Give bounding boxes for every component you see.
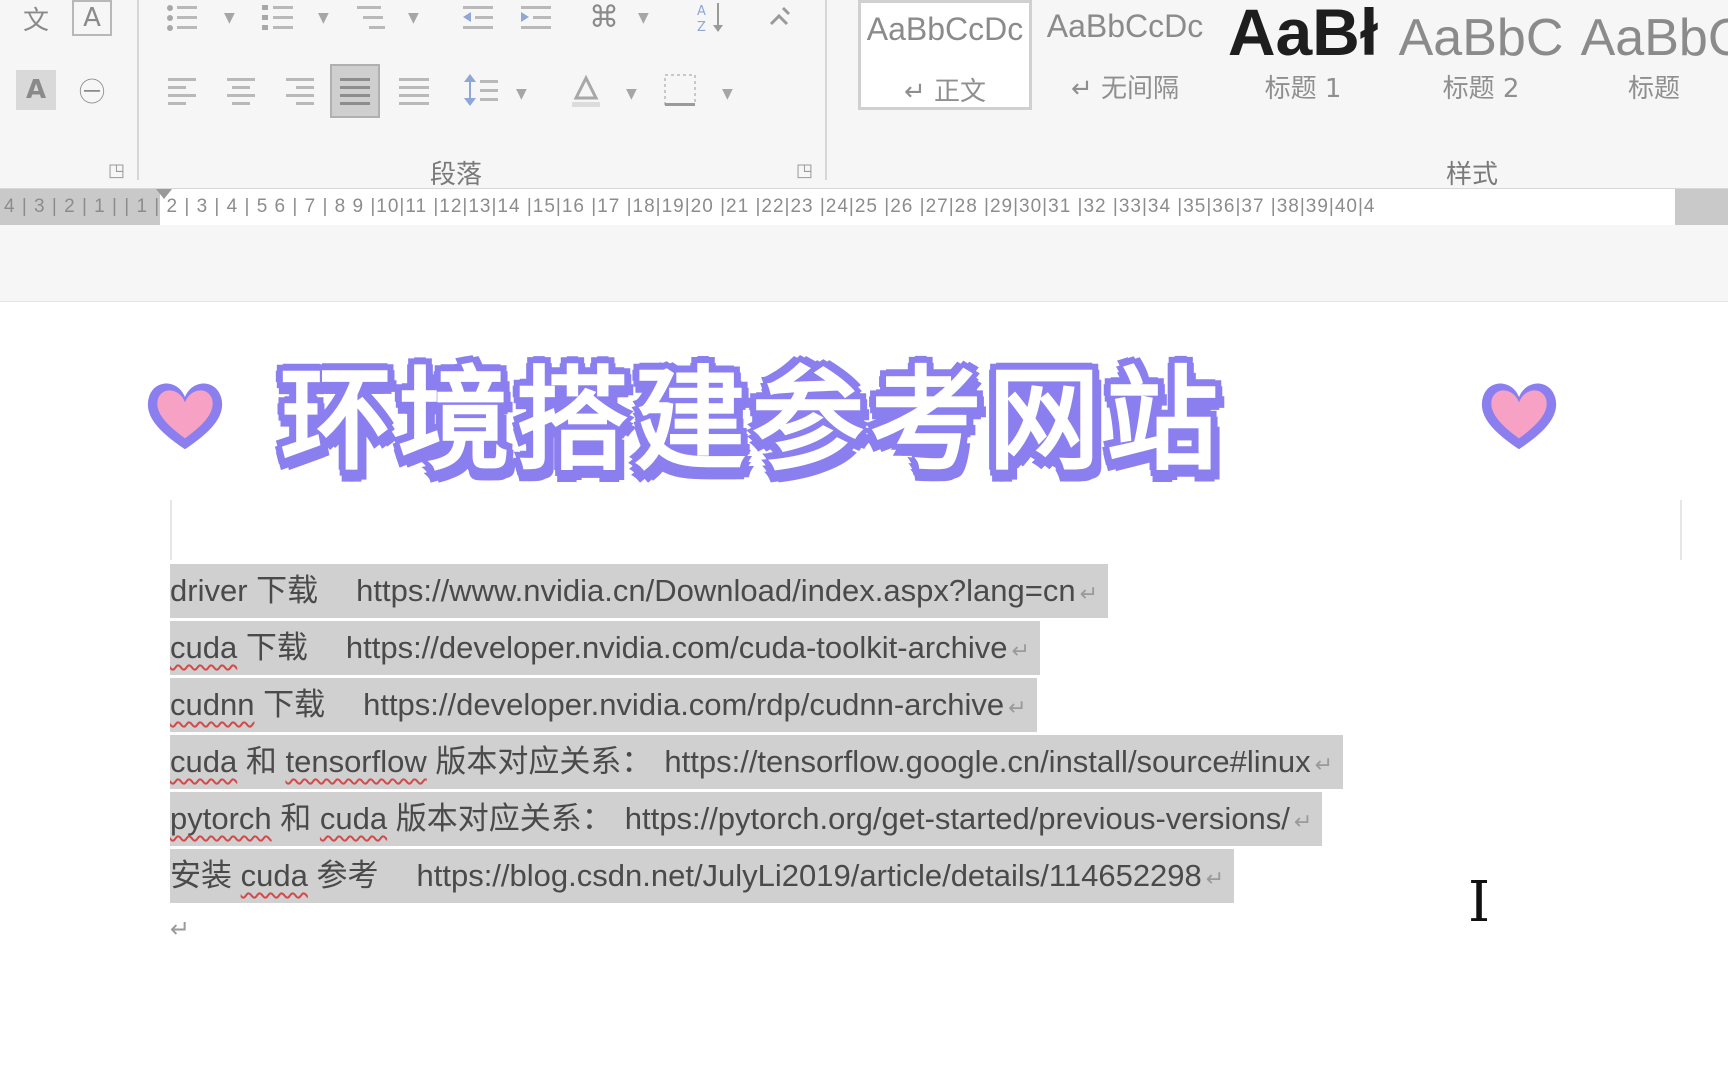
style-name: 标题 2 xyxy=(1442,74,1520,104)
align-center-button[interactable] xyxy=(222,74,260,108)
line-url[interactable]: https://www.nvidia.cn/Download/index.asp… xyxy=(356,573,1075,608)
document-line[interactable]: cudnn 下载 https://developer.nvidia.com/rdp… xyxy=(170,678,1037,732)
heart-icon xyxy=(1481,383,1557,450)
paragraph-mark: ↵ xyxy=(1011,638,1030,663)
align-left-button[interactable] xyxy=(164,74,202,108)
group-divider xyxy=(137,0,139,180)
increase-indent-icon[interactable] xyxy=(516,0,556,34)
banner-title: 环境搭建参考网站 xyxy=(280,356,1224,486)
style-heading-2[interactable]: AaBbC 标题 2 xyxy=(1396,0,1566,110)
svg-text:Z: Z xyxy=(697,20,706,33)
shading-icon[interactable] xyxy=(566,70,606,110)
line-url[interactable]: https://developer.nvidia.com/rdp/cudnn-a… xyxy=(363,687,1004,722)
margin-corner-mark xyxy=(170,500,173,560)
style-name: ↵ 正文 xyxy=(903,77,987,107)
style-sample: AaBbC xyxy=(1580,9,1728,67)
line-label: 下载 xyxy=(237,630,308,665)
document-line[interactable]: cuda 下载 https://developer.nvidia.com/cuda… xyxy=(170,621,1040,675)
line-label: 和 xyxy=(237,744,286,779)
decrease-indent-icon[interactable] xyxy=(458,0,498,34)
indent-marker[interactable] xyxy=(156,189,172,199)
ruler-background xyxy=(0,225,1728,302)
align-right-button[interactable] xyxy=(280,74,318,108)
chevron-down-icon[interactable]: ▼ xyxy=(626,86,637,102)
style-title[interactable]: AaBbC 标题 xyxy=(1574,0,1728,110)
numbering-icon[interactable] xyxy=(258,0,298,34)
style-sample: AaBbC xyxy=(1398,9,1564,67)
phonetic-guide-icon[interactable]: 文 xyxy=(16,0,56,36)
line-label: 和 xyxy=(271,801,320,836)
svg-text:A: A xyxy=(697,4,706,19)
style-sample: AaBł xyxy=(1227,0,1379,69)
chevron-down-icon[interactable]: ▼ xyxy=(638,10,649,26)
horizontal-ruler[interactable]: 4 | 3 | 2 | 1 | | 1 | 2 | 3 | 4 | 5 6 | … xyxy=(0,188,1728,226)
line-url[interactable]: https://blog.csdn.net/JulyLi2019/article… xyxy=(416,858,1201,893)
enclose-characters-icon[interactable]: ㊀ xyxy=(72,70,112,110)
document-line[interactable]: cuda 和 tensorflow 版本对应关系： https://tensorf… xyxy=(170,735,1344,789)
style-sample: AaBbCcDc xyxy=(1046,8,1204,44)
paragraph-mark: ↵ xyxy=(1008,695,1027,720)
paragraph-group-label: 段落 xyxy=(430,160,483,190)
line-keyword: cuda xyxy=(240,858,308,893)
chevron-down-icon[interactable]: ▼ xyxy=(408,10,419,26)
line-prefix: driver xyxy=(170,573,248,608)
margin-corner-mark xyxy=(1680,500,1683,560)
text-cursor-icon: I xyxy=(1468,870,1491,935)
line-prefix: cuda xyxy=(170,744,238,779)
style-name: 标题 xyxy=(1628,74,1681,104)
show-formatting-marks-icon[interactable] xyxy=(760,0,800,34)
character-border-icon[interactable]: A xyxy=(72,0,112,36)
line-prefix: 安装 xyxy=(170,858,241,893)
paragraph-mark: ↵ xyxy=(1314,752,1334,777)
style-name: 标题 1 xyxy=(1264,74,1342,104)
style-name: ↵ 无间隔 xyxy=(1070,74,1180,104)
paragraph-mark: ↵ xyxy=(1205,866,1225,891)
line-label-2: 版本对应关系： xyxy=(426,744,653,779)
line-label: 下载 xyxy=(254,687,326,722)
line-label: 参考 xyxy=(307,858,379,893)
document-body[interactable]: driver 下载 https://www.nvidia.cn/Download/… xyxy=(170,564,1344,906)
chinese-layout-icon[interactable]: ⌘ xyxy=(584,0,624,35)
chevron-down-icon[interactable]: ▼ xyxy=(318,10,329,26)
sort-icon[interactable]: AZ xyxy=(692,0,732,34)
document-line[interactable]: pytorch 和 cuda 版本对应关系： https://pytorch.or… xyxy=(170,792,1323,846)
line-url[interactable]: https://developer.nvidia.com/cuda-toolki… xyxy=(346,630,1008,665)
document-line[interactable]: driver 下载 https://www.nvidia.cn/Download/… xyxy=(170,564,1109,618)
paragraph-mark: ↵ xyxy=(1079,581,1099,606)
line-keyword: tensorflow xyxy=(285,744,427,779)
line-prefix: cudnn xyxy=(170,687,255,722)
line-url[interactable]: https://pytorch.org/get-started/previous… xyxy=(625,801,1290,836)
line-url[interactable]: https://tensorflow.google.cn/install/sou… xyxy=(664,744,1310,779)
style-sample: AaBbCcDc xyxy=(866,11,1024,47)
styles-group-label: 样式 xyxy=(1446,160,1499,190)
line-keyword: cuda xyxy=(319,801,388,836)
multilevel-list-icon[interactable] xyxy=(352,0,392,34)
line-prefix: cuda xyxy=(170,630,238,665)
heart-icon xyxy=(147,383,223,450)
style-heading-1[interactable]: AaBł 标题 1 xyxy=(1218,0,1388,110)
character-shading-icon[interactable]: A xyxy=(16,70,56,110)
justify-button[interactable] xyxy=(330,64,380,118)
chevron-down-icon[interactable]: ▼ xyxy=(224,10,235,26)
document-line[interactable]: 安装 cuda 参考 https://blog.csdn.net/JulyLi20… xyxy=(170,849,1235,903)
empty-paragraph-mark: ↵ xyxy=(170,915,191,943)
chevron-down-icon[interactable]: ▼ xyxy=(516,86,527,102)
line-label-2: 版本对应关系： xyxy=(387,801,613,836)
group-divider xyxy=(825,0,827,180)
ruler-right-margin xyxy=(1675,189,1728,225)
line-prefix: pytorch xyxy=(170,801,272,836)
font-dialog-launcher-icon[interactable]: ◳ xyxy=(108,160,125,181)
paragraph-mark: ↵ xyxy=(1293,809,1313,834)
ribbon: 文 A A ㊀ ◳ ▼ ▼ ▼ ⌘ ▼ AZ ▼ ▼ ▼ 段落 ◳ AaBbCc… xyxy=(0,0,1728,190)
distributed-button[interactable] xyxy=(395,74,433,108)
style-normal[interactable]: AaBbCcDc ↵ 正文 xyxy=(858,0,1032,110)
chevron-down-icon[interactable]: ▼ xyxy=(722,86,733,102)
style-no-spacing[interactable]: AaBbCcDc ↵ 无间隔 xyxy=(1040,0,1210,110)
line-spacing-icon[interactable] xyxy=(462,70,502,110)
borders-icon[interactable] xyxy=(660,70,700,110)
paragraph-dialog-launcher-icon[interactable]: ◳ xyxy=(796,160,813,181)
bullets-icon[interactable] xyxy=(162,0,202,34)
line-label: 下载 xyxy=(247,573,319,608)
ruler-ticks: 4 | 3 | 2 | 1 | | 1 | 2 | 3 | 4 | 5 6 | … xyxy=(4,196,1376,217)
